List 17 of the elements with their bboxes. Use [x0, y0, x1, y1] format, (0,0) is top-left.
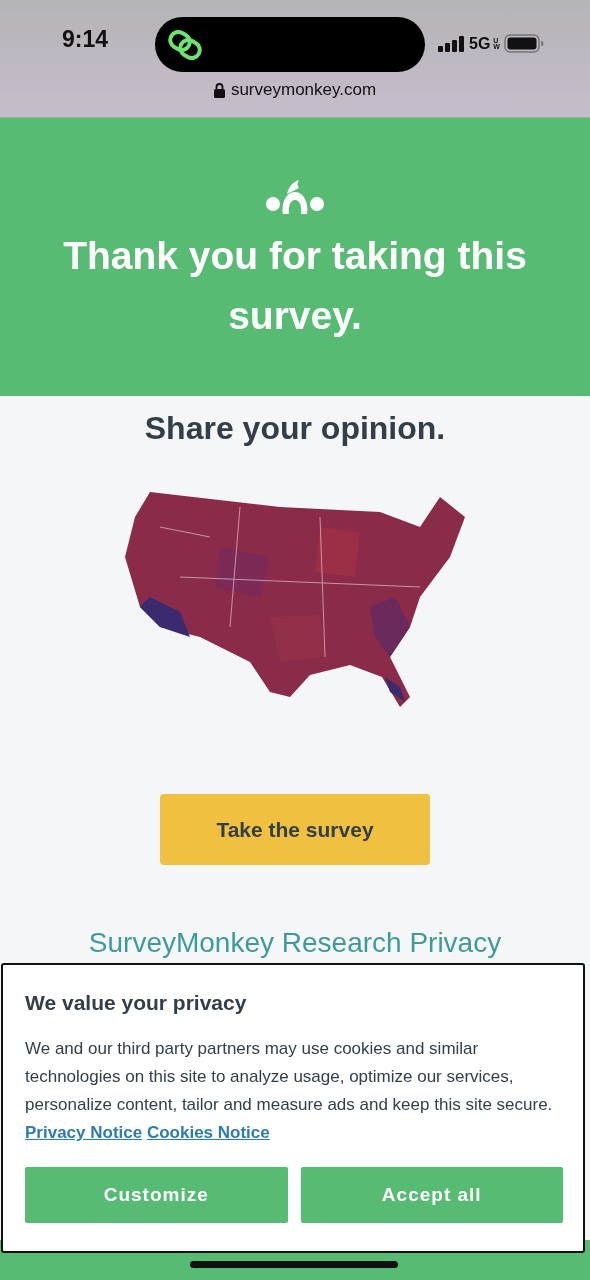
notice-link[interactable]: Privacy Notice	[25, 1123, 143, 1142]
network-label: 5G	[469, 35, 491, 53]
consent-button[interactable]: Customize	[25, 1167, 288, 1223]
status-time: 9:14	[62, 25, 110, 53]
banner-text: We and our third party partners may use cookies and similar technologies on this site to analyze usage, optimize our services, personalize content, tailor and measure ads and keep this site secure. Privacy Notice Cookies Notice	[25, 1038, 554, 1144]
battery-icon	[504, 34, 545, 54]
privacy-link[interactable]: SurveyMonkey Research Privacy	[88, 927, 502, 959]
banner-title: We value your privacy	[25, 991, 248, 1015]
promo-heading: Share your opinion.	[144, 410, 446, 447]
notice-link[interactable]: Cookies Notice	[146, 1123, 270, 1142]
take-survey-button[interactable]: Take the survey	[160, 794, 430, 865]
page-title: Thank you for taking this survey.	[62, 233, 528, 339]
url-text[interactable]: surveymonkey.com	[230, 80, 377, 100]
link-icon	[167, 29, 203, 60]
lock-icon	[213, 82, 225, 98]
consent-button[interactable]: Accept all	[300, 1167, 563, 1223]
signal-icon	[438, 36, 466, 52]
